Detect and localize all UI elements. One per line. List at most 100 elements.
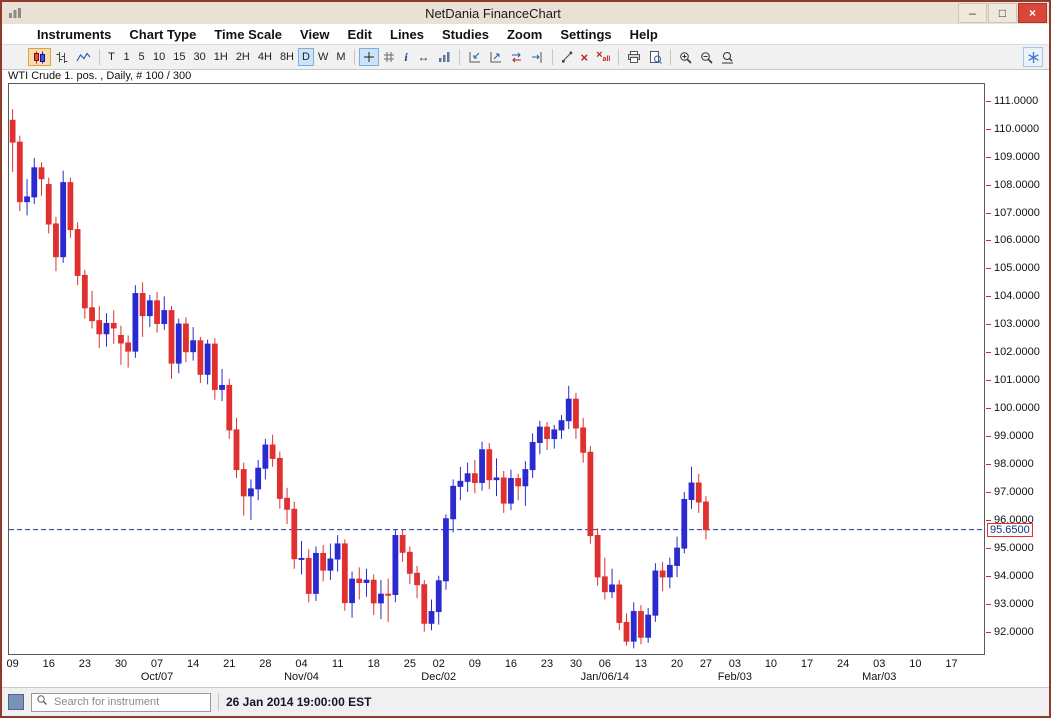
x-axis-label: 23	[541, 658, 553, 670]
status-bar: 26 Jan 2014 19:00:00 EST	[2, 687, 1049, 716]
delete-selected-button[interactable]: ×	[577, 48, 593, 66]
plot-column: WTI Crude 1. pos. , Daily, # 100 / 300 0…	[2, 70, 985, 687]
timescale-weekly-button[interactable]: W	[314, 48, 332, 66]
dual-marker-button[interactable]	[506, 48, 527, 66]
y-axis-tick	[986, 576, 991, 577]
snap-marker-button[interactable]	[527, 48, 548, 66]
y-axis-label: 109.0000	[994, 151, 1040, 163]
menu-help[interactable]: Help	[621, 27, 667, 42]
menu-lines[interactable]: Lines	[381, 27, 433, 42]
ohlc-chart-button[interactable]	[51, 48, 72, 66]
x-axis-label: 16	[505, 658, 517, 670]
search-box[interactable]	[31, 693, 211, 712]
x-axis-label: 09	[469, 658, 481, 670]
zoom-out-button[interactable]	[696, 48, 717, 66]
y-axis-tick	[986, 240, 991, 241]
instrument-list-icon[interactable]	[8, 694, 24, 710]
y-axis-label: 99.0000	[994, 430, 1034, 442]
x-axis-label: 09	[6, 658, 18, 670]
timescale-10m-button[interactable]: 10	[149, 48, 169, 66]
maximize-button[interactable]: □	[988, 3, 1017, 23]
time-marker-button[interactable]	[485, 48, 506, 66]
timescale-tick-button[interactable]: T	[104, 48, 119, 66]
x-axis-label: 25	[404, 658, 416, 670]
menu-instruments[interactable]: Instruments	[28, 27, 120, 42]
y-axis[interactable]: 111.0000110.0000109.0000108.0000107.0000…	[985, 70, 1049, 687]
x-axis-label: 30	[570, 658, 582, 670]
x-axis-label: 21	[223, 658, 235, 670]
toolbar-separator	[552, 49, 553, 65]
timescale-15m-button[interactable]: 15	[169, 48, 189, 66]
x-axis-label: 20	[671, 658, 683, 670]
timescale-30m-button[interactable]: 30	[190, 48, 210, 66]
menu-chart-type[interactable]: Chart Type	[120, 27, 205, 42]
line-chart-button[interactable]	[72, 48, 95, 66]
y-axis-label: 106.0000	[994, 234, 1040, 246]
y-axis-tick	[986, 213, 991, 214]
timescale-2h-button[interactable]: 2H	[232, 48, 254, 66]
timescale-1m-button[interactable]: 1	[119, 48, 134, 66]
x-axis-month-label: Mar/03	[862, 671, 896, 683]
menu-settings[interactable]: Settings	[551, 27, 620, 42]
timescale-4h-button[interactable]: 4H	[254, 48, 276, 66]
zoom-fit-button[interactable]	[717, 48, 738, 66]
connection-button[interactable]	[1023, 47, 1043, 67]
search-input[interactable]	[52, 695, 206, 709]
x-axis-label: 17	[945, 658, 957, 670]
delete-all-button[interactable]: ×all	[592, 48, 614, 66]
volume-button[interactable]	[434, 48, 455, 66]
x-axis-label: 06	[599, 658, 611, 670]
y-axis-label: 98.0000	[994, 458, 1034, 470]
app-window: NetDania FinanceChart – □ × InstrumentsC…	[0, 0, 1051, 718]
grid-button[interactable]	[379, 48, 399, 66]
zoom-in-button[interactable]	[675, 48, 696, 66]
timescale-daily-button[interactable]: D	[298, 48, 314, 66]
trendline-button[interactable]	[557, 48, 577, 66]
x-axis-label: 10	[765, 658, 777, 670]
x-axis-label: 13	[635, 658, 647, 670]
x-axis-label: 04	[295, 658, 307, 670]
y-axis-label: 105.0000	[994, 262, 1040, 274]
y-axis-label: 103.0000	[994, 318, 1040, 330]
menu-edit[interactable]: Edit	[338, 27, 381, 42]
x-axis-month-label: Oct/07	[141, 671, 173, 683]
timescale-1h-button[interactable]: 1H	[210, 48, 232, 66]
menu-view[interactable]: View	[291, 27, 338, 42]
value-marker-button[interactable]	[464, 48, 485, 66]
timescale-5m-button[interactable]: 5	[134, 48, 149, 66]
print-preview-button[interactable]	[645, 48, 666, 66]
close-button[interactable]: ×	[1018, 3, 1047, 23]
candles-series	[10, 109, 708, 648]
timescale-8h-button[interactable]: 8H	[276, 48, 298, 66]
info-button[interactable]: i	[399, 48, 414, 66]
candlestick-chart-button[interactable]	[28, 48, 51, 66]
y-axis-label: 111.0000	[994, 95, 1038, 107]
x-axis-label: 16	[43, 658, 55, 670]
y-axis-tick	[986, 548, 991, 549]
title-bar[interactable]: NetDania FinanceChart – □ ×	[2, 2, 1049, 24]
minimize-button[interactable]: –	[958, 3, 987, 23]
menu-time-scale[interactable]: Time Scale	[205, 27, 291, 42]
toolbar-separator	[670, 49, 671, 65]
statusbar-divider	[218, 693, 219, 711]
y-axis-tick	[986, 129, 991, 130]
plot-area[interactable]	[8, 83, 985, 655]
menu-zoom[interactable]: Zoom	[498, 27, 551, 42]
x-axis-label: 11	[332, 658, 343, 670]
timescale-monthly-button[interactable]: M	[332, 48, 349, 66]
x-axis: 0916233007142128041118250209162330061320…	[8, 655, 985, 687]
y-axis-tick	[986, 101, 991, 102]
y-axis-tick	[986, 408, 991, 409]
x-axis-label: 30	[115, 658, 127, 670]
toolbar-separator	[459, 49, 460, 65]
menu-bar: InstrumentsChart TypeTime ScaleViewEditL…	[2, 24, 1049, 44]
menu-studies[interactable]: Studies	[433, 27, 498, 42]
candlestick-chart	[9, 84, 984, 654]
app-icon	[8, 7, 22, 19]
window-title: NetDania FinanceChart	[28, 6, 958, 21]
y-axis-tick	[986, 380, 991, 381]
x-axis-label: 28	[259, 658, 271, 670]
horizontal-scale-button[interactable]: ↔	[414, 48, 434, 66]
crosshair-button[interactable]	[359, 48, 379, 66]
print-button[interactable]	[623, 48, 645, 66]
